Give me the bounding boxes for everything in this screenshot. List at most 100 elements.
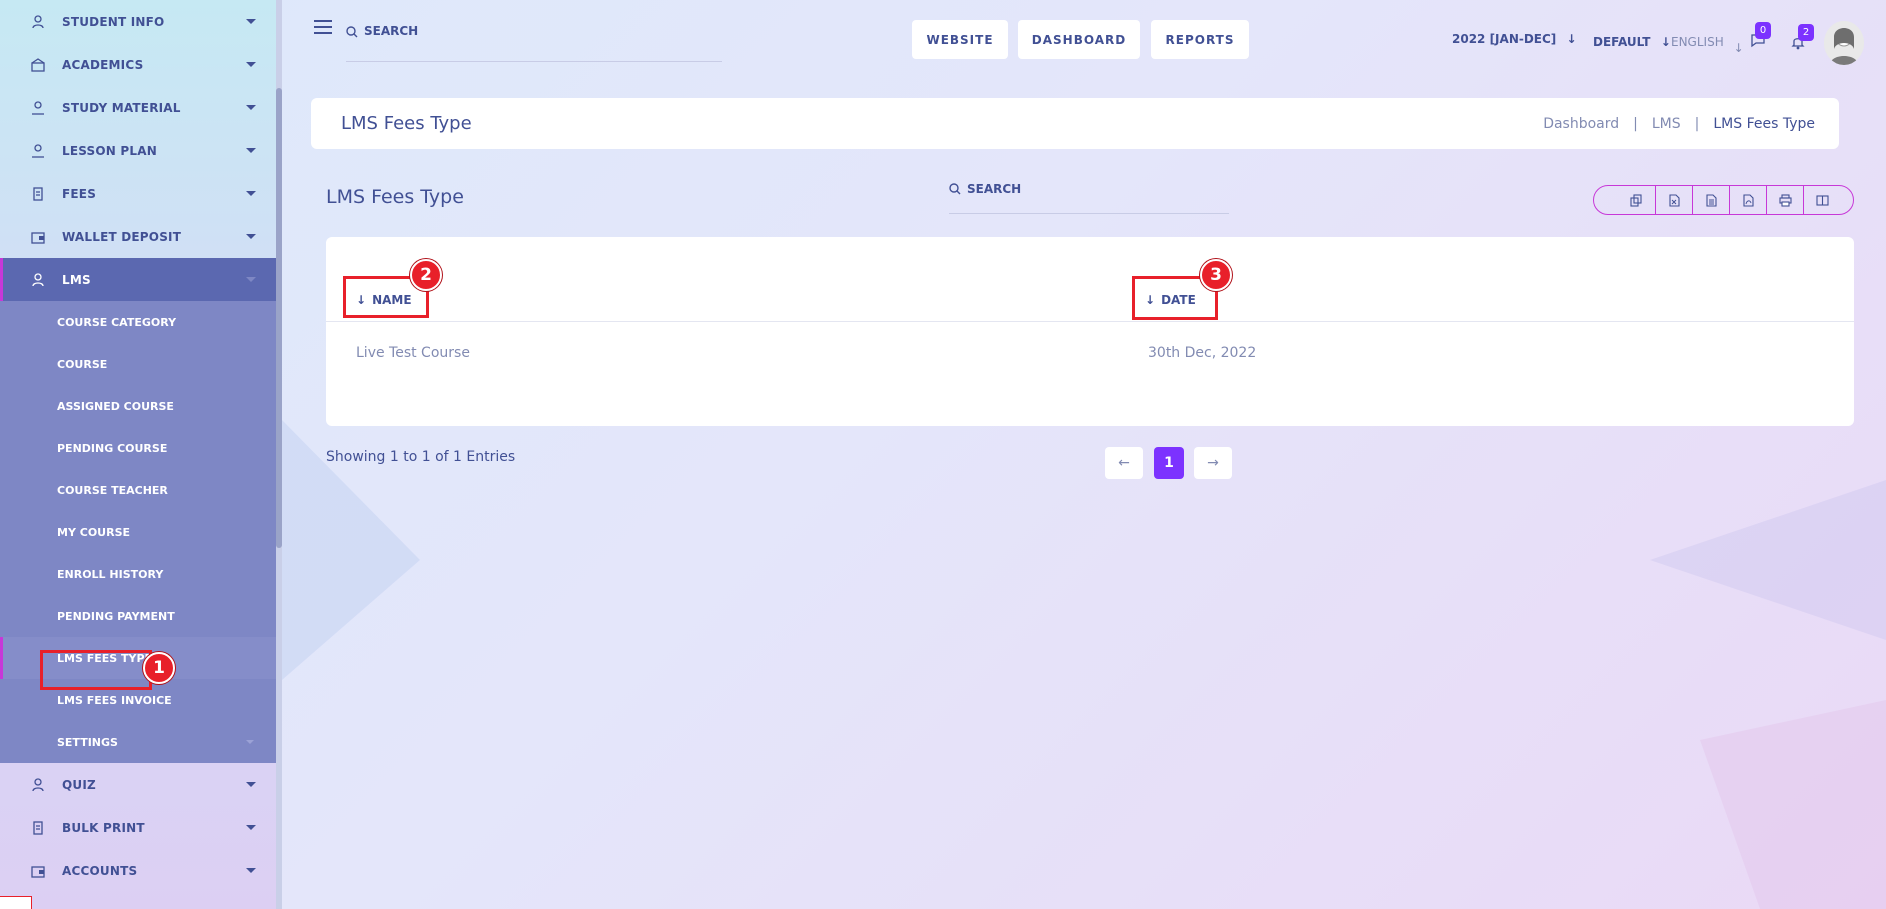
sidebar-item-fees[interactable]: FEES bbox=[0, 172, 276, 215]
sidebar-item-label: ACADEMICS bbox=[62, 57, 144, 72]
breadcrumb-lms[interactable]: LMS bbox=[1652, 116, 1681, 132]
chevron-down-icon bbox=[246, 825, 256, 830]
submenu-item-pending-course[interactable]: PENDING COURSE bbox=[0, 427, 276, 469]
session-label: 2022 [JAN-DEC] bbox=[1452, 32, 1557, 46]
chevron-down-icon bbox=[246, 105, 256, 110]
sidebar-scrollbar-thumb[interactable] bbox=[276, 88, 282, 548]
data-table: ↓ NAME ↓ DATE Live Test Course 30th Dec,… bbox=[326, 237, 1854, 426]
sidebar-item-label: STUDENT INFO bbox=[62, 14, 165, 29]
arrow-down-icon: ↓ bbox=[1566, 32, 1577, 46]
step-marker-2: 2 bbox=[410, 259, 442, 291]
csv-icon[interactable] bbox=[1692, 186, 1729, 214]
lms-submenu: COURSE CATEGORY COURSE ASSIGNED COURSE P… bbox=[0, 301, 276, 763]
sidebar-item-student-info[interactable]: STUDENT INFO bbox=[0, 0, 276, 43]
breadcrumb-separator: | bbox=[1633, 115, 1638, 132]
sidebar-item-accounts[interactable]: ACCOUNTS bbox=[0, 849, 276, 892]
sidebar-item-bulk-print[interactable]: BULK PRINT bbox=[0, 806, 276, 849]
breadcrumb-separator: | bbox=[1694, 115, 1700, 132]
pdf-icon[interactable] bbox=[1729, 186, 1766, 214]
language-label: ENGLISH bbox=[1671, 35, 1724, 49]
sidebar-item-lms[interactable]: LMS bbox=[0, 258, 276, 301]
submenu-item-course-category[interactable]: COURSE CATEGORY bbox=[0, 301, 276, 343]
chevron-down-icon bbox=[246, 191, 256, 196]
fees-icon bbox=[30, 186, 46, 202]
table-search-placeholder: SEARCH bbox=[967, 182, 1022, 196]
avatar[interactable] bbox=[1824, 21, 1864, 65]
sidebar-item-label: FEES bbox=[62, 186, 97, 201]
page-header-card: LMS Fees Type Dashboard | LMS | LMS Fees… bbox=[311, 98, 1839, 149]
arrow-down-icon: ↓ bbox=[1660, 35, 1671, 49]
chevron-down-icon bbox=[246, 740, 254, 744]
table-search-input[interactable]: SEARCH bbox=[949, 182, 1229, 214]
top-search-input[interactable]: SEARCH bbox=[346, 24, 722, 62]
academics-icon bbox=[30, 57, 46, 73]
language-select[interactable]: ENGLISH ↓ bbox=[1671, 35, 1744, 55]
print-icon bbox=[30, 820, 46, 836]
corner-widget bbox=[0, 896, 32, 909]
chevron-down-icon bbox=[246, 234, 256, 239]
cell-date: 30th Dec, 2022 bbox=[1148, 345, 1257, 361]
step-marker-1: 1 bbox=[143, 652, 175, 684]
submenu-item-assigned-course[interactable]: ASSIGNED COURSE bbox=[0, 385, 276, 427]
reports-button[interactable]: REPORTS bbox=[1151, 20, 1249, 59]
search-icon bbox=[346, 26, 358, 41]
theme-select[interactable]: DEFAULT ↓ bbox=[1593, 35, 1671, 49]
section-title: LMS Fees Type bbox=[326, 186, 464, 208]
chevron-up-icon bbox=[246, 277, 256, 282]
session-select[interactable]: 2022 [JAN-DEC] ↓ bbox=[1452, 32, 1577, 46]
sidebar-item-study-material[interactable]: STUDY MATERIAL bbox=[0, 86, 276, 129]
submenu-item-course[interactable]: COURSE bbox=[0, 343, 276, 385]
header-divider bbox=[326, 321, 1854, 322]
submenu-item-settings[interactable]: SETTINGS bbox=[0, 721, 276, 763]
sidebar-item-academics[interactable]: ACADEMICS bbox=[0, 43, 276, 86]
previous-page-button[interactable]: ← bbox=[1105, 447, 1143, 479]
sidebar-item-label: LESSON PLAN bbox=[62, 143, 157, 158]
next-page-button[interactable]: → bbox=[1194, 447, 1232, 479]
highlight-box-1 bbox=[40, 650, 152, 690]
lms-icon bbox=[30, 272, 46, 288]
dashboard-button[interactable]: DASHBOARD bbox=[1018, 20, 1140, 59]
hamburger-menu-icon[interactable] bbox=[314, 20, 332, 34]
theme-label: DEFAULT bbox=[1593, 35, 1651, 49]
sidebar-item-wallet-deposit[interactable]: WALLET DEPOSIT bbox=[0, 215, 276, 258]
sidebar-item-label: QUIZ bbox=[62, 777, 96, 792]
page-title: LMS Fees Type bbox=[341, 113, 472, 134]
cell-name: Live Test Course bbox=[356, 345, 470, 361]
export-toolbar bbox=[1593, 185, 1854, 215]
messages-badge: 0 bbox=[1755, 22, 1771, 39]
sidebar-item-label: STUDY MATERIAL bbox=[62, 100, 181, 115]
breadcrumb-current: LMS Fees Type bbox=[1713, 115, 1815, 132]
submenu-item-pending-payment[interactable]: PENDING PAYMENT bbox=[0, 595, 276, 637]
notifications-badge: 2 bbox=[1798, 24, 1814, 41]
sidebar-item-label: BULK PRINT bbox=[62, 820, 145, 835]
print-icon[interactable] bbox=[1766, 186, 1803, 214]
student-icon bbox=[30, 14, 46, 30]
study-icon bbox=[30, 100, 46, 116]
submenu-item-enroll-history[interactable]: ENROLL HISTORY bbox=[0, 553, 276, 595]
chevron-down-icon bbox=[246, 62, 256, 67]
sidebar-item-lesson-plan[interactable]: LESSON PLAN bbox=[0, 129, 276, 172]
chevron-down-icon bbox=[246, 868, 256, 873]
submenu-item-label: SETTINGS bbox=[57, 735, 118, 749]
breadcrumb-dashboard[interactable]: Dashboard bbox=[1543, 116, 1619, 132]
wallet-icon bbox=[30, 229, 46, 245]
website-button[interactable]: WEBSITE bbox=[912, 20, 1008, 59]
accounts-icon bbox=[30, 863, 46, 879]
copy-icon[interactable] bbox=[1618, 186, 1655, 214]
chevron-down-icon bbox=[246, 19, 256, 24]
sidebar-item-quiz[interactable]: QUIZ bbox=[0, 763, 276, 806]
breadcrumb: Dashboard | LMS | LMS Fees Type bbox=[1543, 116, 1815, 132]
columns-icon[interactable] bbox=[1803, 186, 1840, 214]
sidebar-item-label: ACCOUNTS bbox=[62, 863, 138, 878]
sidebar-item-label: WALLET DEPOSIT bbox=[62, 229, 182, 244]
search-icon bbox=[949, 183, 961, 198]
submenu-item-my-course[interactable]: MY COURSE bbox=[0, 511, 276, 553]
top-search-placeholder: SEARCH bbox=[364, 24, 419, 38]
page-1-button[interactable]: 1 bbox=[1154, 447, 1184, 479]
sidebar-item-label: LMS bbox=[62, 272, 91, 287]
submenu-item-course-teacher[interactable]: COURSE TEACHER bbox=[0, 469, 276, 511]
step-marker-3: 3 bbox=[1200, 259, 1232, 291]
quiz-icon bbox=[30, 777, 46, 793]
excel-icon[interactable] bbox=[1655, 186, 1692, 214]
chevron-down-icon bbox=[246, 782, 256, 787]
